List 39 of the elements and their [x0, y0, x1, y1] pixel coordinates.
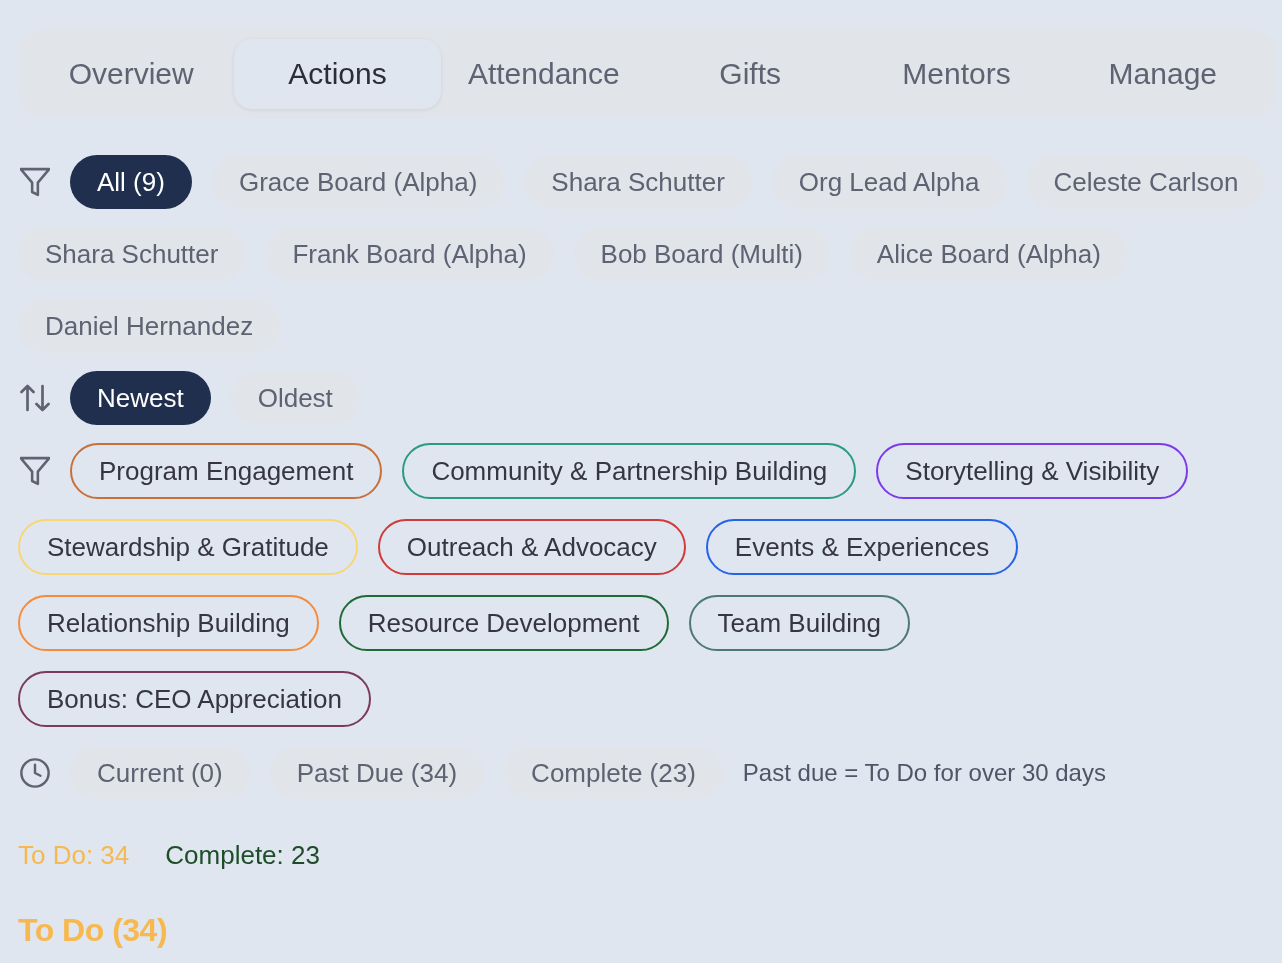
person-filter-chip[interactable]: All (9) [70, 155, 192, 209]
person-filter-chip[interactable]: Daniel Hernandez [18, 299, 281, 353]
category-filter-chip[interactable]: Relationship Building [18, 595, 319, 651]
status-filter-chip[interactable]: Complete (23) [504, 747, 723, 799]
summary-count: To Do: 34 [18, 840, 130, 870]
tab[interactable]: Mentors [853, 39, 1060, 109]
tab[interactable]: Attendance [440, 39, 647, 109]
category-filter-chip[interactable]: Stewardship & Gratitude [18, 519, 358, 575]
person-filter-chip[interactable]: Org Lead Alpha [771, 155, 1007, 209]
past-due-note: Past due = To Do for over 30 days [742, 759, 1106, 787]
category-filter-chip[interactable]: Events & Experiences [705, 519, 1019, 575]
tab[interactable]: Overview [28, 39, 235, 109]
person-filter-chip[interactable]: Celeste Carlson [1026, 155, 1266, 209]
summary-count: Complete: 23 [165, 840, 320, 870]
up-down-arrows-icon [20, 383, 50, 413]
clock-icon [20, 758, 50, 788]
category-filter-chip[interactable]: Bonus: CEO Appreciation [18, 671, 371, 727]
category-filter-chip[interactable]: Team Building [688, 595, 910, 651]
person-filter-chip[interactable]: Grace Board (Alpha) [211, 155, 505, 209]
person-filter-chip[interactable]: Shara Schutter [524, 155, 752, 209]
status-filter-chip[interactable]: Past Due (34) [269, 747, 485, 799]
person-filter-chip[interactable]: Frank Board (Alpha) [265, 227, 554, 281]
status-filter-chip[interactable]: Current (0) [70, 747, 250, 799]
tab[interactable]: Actions [234, 39, 441, 109]
person-filter-chip[interactable]: Bob Board (Multi) [573, 227, 830, 281]
sort-option-chip[interactable]: Newest [70, 371, 211, 425]
filter-icon [20, 456, 50, 486]
sort-option-chip[interactable]: Oldest [230, 371, 360, 425]
category-filter-chip[interactable]: Outreach & Advocacy [377, 519, 686, 575]
person-filter-chip[interactable]: Alice Board (Alpha) [849, 227, 1128, 281]
tab[interactable]: Gifts [647, 39, 854, 109]
section-heading: To Do (34) [18, 911, 168, 950]
category-filter-chip[interactable]: Community & Partnership Building [402, 443, 857, 499]
tab[interactable]: Manage [1059, 39, 1266, 109]
filter-icon [20, 167, 50, 197]
category-filter-chip[interactable]: Storytelling & Visibility [876, 443, 1189, 499]
person-filter-chip[interactable]: Shara Schutter [18, 227, 246, 281]
category-filter-chip[interactable]: Program Engagement [70, 443, 383, 499]
category-filter-chip[interactable]: Resource Development [338, 595, 669, 651]
